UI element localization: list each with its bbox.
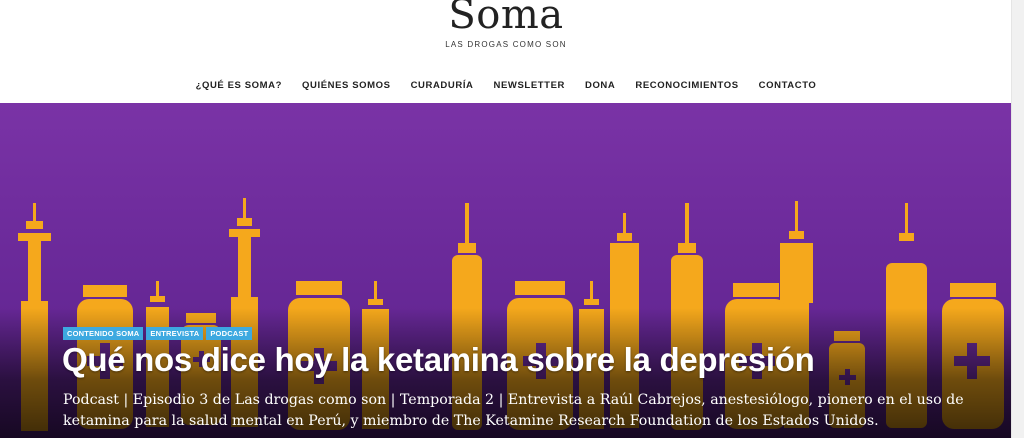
- site-header: Soma LAS DROGAS COMO SON ¿QUÉ ES SOMA? Q…: [0, 0, 1024, 103]
- badge-entrevista[interactable]: ENTREVISTA: [146, 327, 204, 340]
- main-nav: ¿QUÉ ES SOMA? QUIÉNES SOMOS CURADURÍA NE…: [0, 80, 1012, 91]
- site-tagline: LAS DROGAS COMO SON: [445, 40, 567, 49]
- site-logo[interactable]: Soma: [0, 0, 1012, 38]
- nav-item-newsletter[interactable]: NEWSLETTER: [484, 80, 575, 91]
- nav-item-que-es-soma[interactable]: ¿QUÉ ES SOMA?: [186, 80, 292, 91]
- post-title[interactable]: Qué nos dice hoy la ketamina sobre la de…: [62, 341, 1002, 379]
- nav-item-quienes-somos[interactable]: QUIÉNES SOMOS: [292, 80, 401, 91]
- nav-item-dona[interactable]: DONA: [575, 80, 625, 91]
- page-scrollbar[interactable]: [1011, 0, 1024, 438]
- badge-contenido-soma[interactable]: CONTENIDO SOMA: [63, 327, 144, 340]
- category-badges: CONTENIDO SOMA ENTREVISTA PODCAST: [63, 327, 253, 340]
- nav-item-contacto[interactable]: CONTACTO: [749, 80, 827, 91]
- nav-item-reconocimientos[interactable]: RECONOCIMIENTOS: [625, 80, 748, 91]
- post-excerpt: Podcast | Episodio 3 de Las drogas como …: [63, 392, 964, 429]
- badge-podcast[interactable]: PODCAST: [206, 327, 253, 340]
- nav-item-curaduria[interactable]: CURADURÍA: [401, 80, 484, 91]
- featured-post-hero[interactable]: CONTENIDO SOMA ENTREVISTA PODCAST Qué no…: [0, 103, 1012, 438]
